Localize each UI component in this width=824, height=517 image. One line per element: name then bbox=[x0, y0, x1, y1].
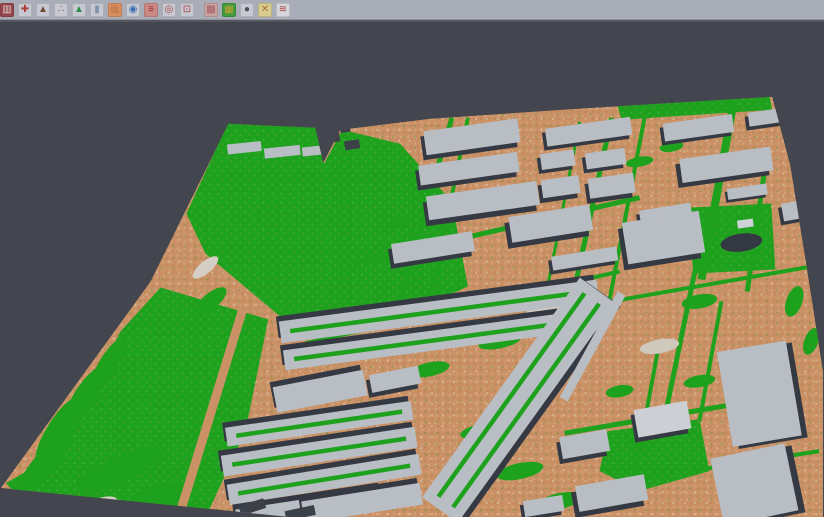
striped-tool-icon[interactable]: ≋ bbox=[276, 3, 290, 17]
edit-classes-icon[interactable]: ▥ bbox=[0, 3, 14, 17]
building-roof bbox=[326, 132, 340, 143]
toolbar-group: ▥ ✚ ▲ ∴ ▲ ▮ ▦ ◉ ≡ ◎ ⊡ bbox=[0, 3, 194, 17]
rect-select-icon[interactable]: ⊡ bbox=[180, 3, 194, 17]
profile-view-icon[interactable]: ▮ bbox=[90, 3, 104, 17]
model-root bbox=[1, 95, 823, 517]
point-cloud-scene[interactable] bbox=[0, 22, 824, 517]
toolbar-group: ▩ ▦ ● ✕ ≋ bbox=[204, 3, 290, 17]
orthophoto-icon[interactable]: ▦ bbox=[108, 3, 122, 17]
bare-ground-patch bbox=[16, 403, 41, 429]
circle-select-icon[interactable]: ◎ bbox=[162, 3, 176, 17]
building-roof bbox=[340, 125, 351, 133]
layer-stack-icon[interactable]: ≡ bbox=[144, 3, 158, 17]
main-toolbar: ▥ ✚ ▲ ∴ ▲ ▮ ▦ ◉ ≡ ◎ ⊡ ▩ ▦ ● ✕ ≋ bbox=[0, 0, 824, 20]
terrain-model-icon[interactable]: ▲ bbox=[36, 3, 50, 17]
point-cloud-icon[interactable]: ∴ bbox=[54, 3, 68, 17]
vegetation-model-icon[interactable]: ▲ bbox=[72, 3, 86, 17]
3d-viewport[interactable] bbox=[0, 20, 824, 517]
application-window: ▥ ✚ ▲ ∴ ▲ ▮ ▦ ◉ ≡ ◎ ⊡ ▩ ▦ ● ✕ ≋ bbox=[0, 0, 824, 517]
globe-view-icon[interactable]: ◉ bbox=[126, 3, 140, 17]
north-arrow-icon[interactable]: ✚ bbox=[18, 3, 32, 17]
measure-flag-icon[interactable]: ✕ bbox=[258, 3, 272, 17]
classification-map-icon[interactable]: ▦ bbox=[222, 3, 236, 17]
grid-tool-icon[interactable]: ▩ bbox=[204, 3, 218, 17]
dark-globe-icon[interactable]: ● bbox=[240, 3, 254, 17]
